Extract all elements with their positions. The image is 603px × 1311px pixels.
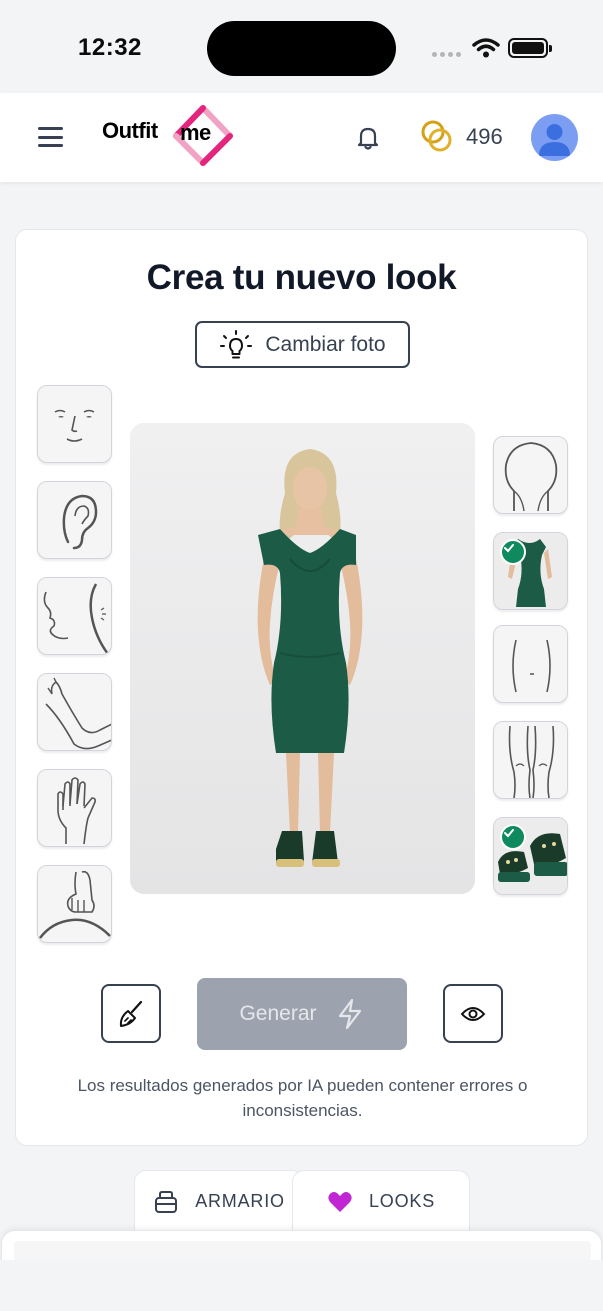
- page-title: Crea tu nuevo look: [146, 258, 457, 297]
- ear-icon: [62, 494, 98, 550]
- bell-icon[interactable]: [353, 123, 383, 153]
- tile-shoes[interactable]: [493, 817, 568, 895]
- avatar[interactable]: [531, 114, 578, 161]
- wardrobe-icon: [155, 1190, 178, 1213]
- face-icon: [54, 409, 95, 442]
- ai-disclaimer: Los resultados generados por IA pueden c…: [77, 1076, 528, 1120]
- app-header: Outfit me 496: [0, 93, 603, 182]
- tile-wrist[interactable]: [37, 865, 112, 943]
- lightbulb-icon: [220, 329, 253, 358]
- arm-icon: [45, 677, 111, 750]
- model-photo: [130, 423, 475, 894]
- battery-icon: [508, 38, 552, 58]
- coins-icon[interactable]: [418, 119, 456, 155]
- status-time: 12:32: [78, 34, 142, 61]
- change-photo-button[interactable]: Cambiar foto: [195, 321, 410, 368]
- tile-hand[interactable]: [37, 769, 112, 847]
- tab-armario[interactable]: ARMARIO: [134, 1170, 304, 1232]
- status-bar: 12:32: [0, 0, 603, 93]
- menu-button[interactable]: [38, 127, 63, 147]
- logo-text-me: me: [180, 120, 211, 145]
- clear-button[interactable]: [101, 984, 161, 1043]
- menu-icon: [38, 127, 63, 130]
- eye-icon: [460, 1006, 486, 1021]
- bottom-sheet-content: [14, 1241, 591, 1261]
- tab-looks[interactable]: LOOKS: [292, 1170, 470, 1232]
- logo[interactable]: Outfit me: [100, 105, 235, 167]
- tile-arm[interactable]: [37, 673, 112, 751]
- selected-check-icon: [500, 824, 526, 850]
- legs-icon: [508, 725, 555, 798]
- tab-armario-label: ARMARIO: [195, 1191, 285, 1211]
- logo-text-outfit: Outfit: [102, 118, 158, 143]
- tile-neck[interactable]: [37, 577, 112, 655]
- model-image: [130, 423, 475, 894]
- tile-dress[interactable]: [493, 532, 568, 610]
- heart-icon: [328, 1191, 352, 1212]
- lightning-icon: [338, 998, 361, 1030]
- wifi-icon: [472, 38, 500, 58]
- signal-icon: [432, 52, 461, 57]
- create-look-card: Crea tu nuevo look Cambiar foto Generar …: [15, 229, 588, 1146]
- preview-button[interactable]: [443, 984, 503, 1043]
- tile-legs[interactable]: [493, 721, 568, 799]
- selected-check-icon: [500, 539, 526, 565]
- bottom-area: [0, 1260, 603, 1311]
- tile-ear[interactable]: [37, 481, 112, 559]
- dynamic-island: [207, 21, 396, 76]
- avatar-icon: [539, 124, 570, 156]
- hand-icon: [57, 777, 96, 845]
- wrist-icon: [39, 870, 111, 939]
- coin-balance: 496: [466, 124, 503, 149]
- tile-torso[interactable]: [493, 625, 568, 703]
- tile-head[interactable]: [493, 436, 568, 514]
- tile-face[interactable]: [37, 385, 112, 463]
- change-photo-label: Cambiar foto: [265, 332, 386, 356]
- tab-looks-label: LOOKS: [368, 1191, 436, 1211]
- generate-label: Generar: [239, 1002, 317, 1025]
- head-icon: [504, 442, 558, 512]
- broom-icon: [119, 1000, 143, 1027]
- torso-icon: [512, 639, 551, 693]
- generate-button[interactable]: Generar: [197, 978, 407, 1050]
- neck-icon: [43, 583, 110, 654]
